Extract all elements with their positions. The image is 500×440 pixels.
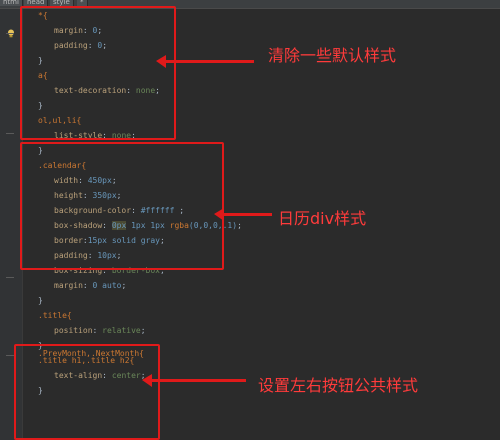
annotation-note-reset: 清除一些默认样式 — [268, 46, 397, 65]
code-property: margin — [54, 281, 83, 290]
annotation-arrow — [142, 374, 246, 387]
annotation-arrow — [214, 208, 272, 221]
code-value: relative — [102, 326, 141, 335]
breadcrumb-html[interactable]: html — [0, 0, 23, 6]
annotation-note-buttons: 设置左右按钮公共样式 — [258, 376, 419, 395]
code-brace: } — [38, 296, 43, 305]
code-selector: .title{ — [38, 311, 72, 320]
annotation-arrow — [156, 55, 254, 68]
code-property: position — [54, 326, 93, 335]
annotation-note-calendar: 日历div样式 — [278, 209, 367, 228]
annotation-box-reset — [20, 6, 176, 140]
annotation-box-calendar — [20, 142, 224, 270]
annotation-box-buttons — [14, 344, 160, 440]
code-value: 0 auto — [92, 281, 122, 290]
